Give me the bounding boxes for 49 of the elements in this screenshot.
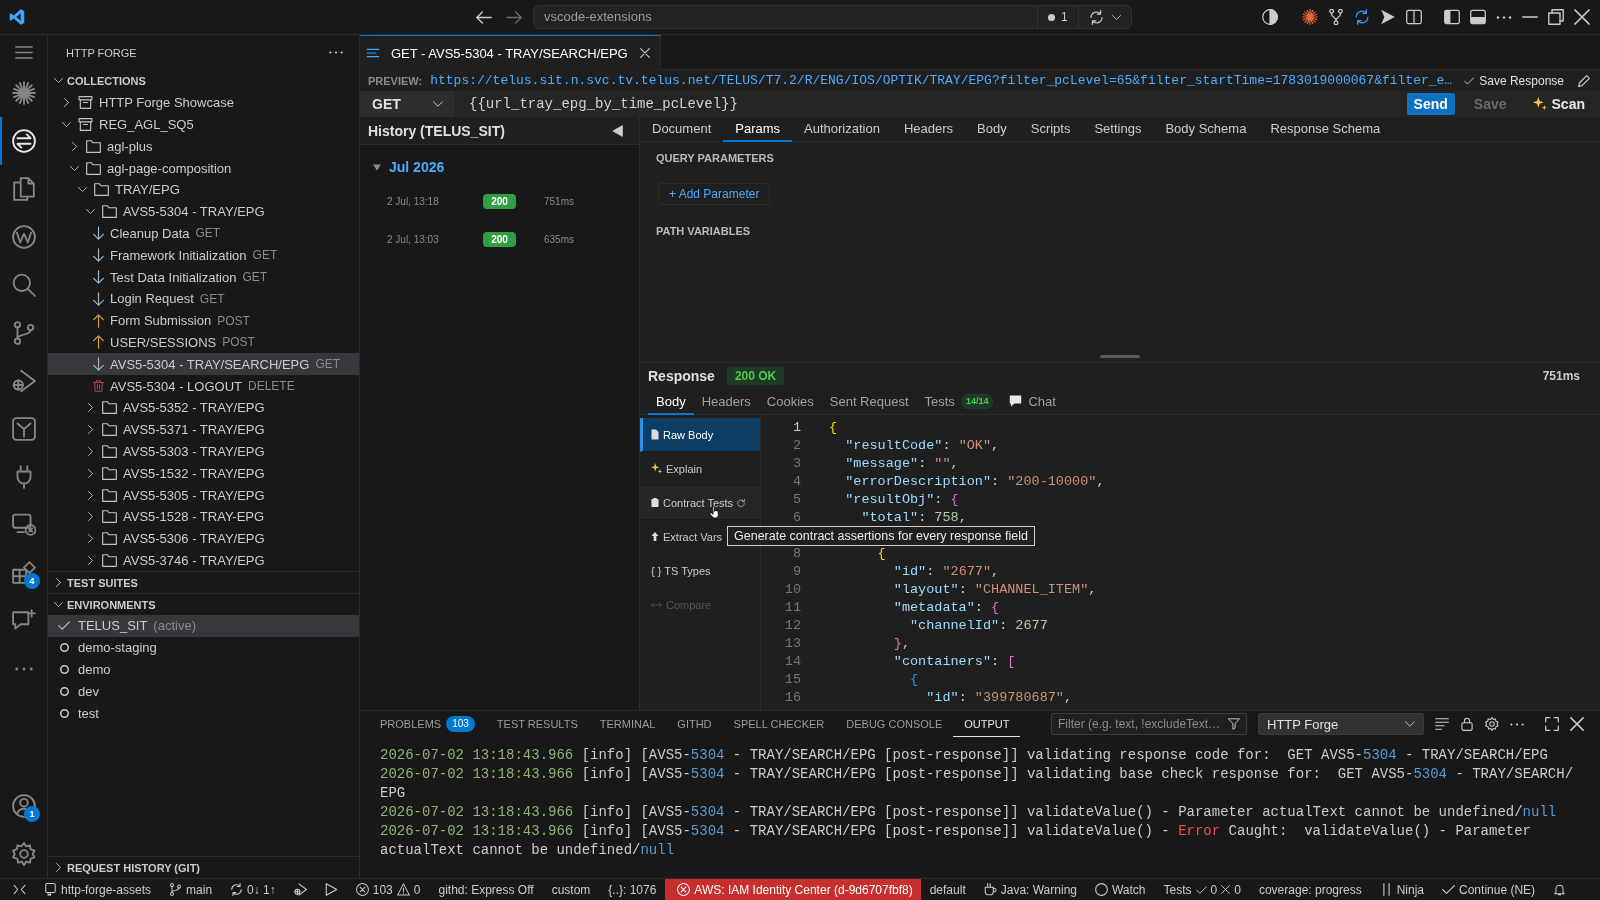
line-number: 6 (791, 509, 801, 525)
line-number: 15 (783, 671, 801, 687)
code-text: "channelId": 2677 (910, 617, 1048, 633)
code-text: "layout": "CHANNEL_ITEM", (893, 581, 1097, 597)
line-number: 9 (791, 563, 801, 579)
status-badge: 200 (483, 193, 516, 209)
line-number: 10 (783, 581, 801, 597)
line-number: 16 (783, 689, 801, 705)
line-number: 14 (783, 653, 801, 669)
output-line: 2026-07-02 13:18:43.966 [info] [AVS5-5304 - TRAY/SEARCH/EPG [post-response]] validating base check response for: GET AVS5-5304 - TRAY/SEARCH/EPG (380, 765, 1575, 803)
code-text: "id": "2677", (893, 563, 1000, 579)
line-number: 8 (791, 545, 801, 561)
history-title: History (TELUS_SIT) (368, 122, 505, 139)
code-text: "total": 758, (861, 509, 967, 525)
line-number: 5 (791, 491, 801, 507)
code-text: { (877, 545, 886, 561)
code-text: "containers": [ (893, 653, 1016, 669)
section-title: PATH VARIABLES (656, 224, 752, 239)
code-text: { (910, 671, 919, 687)
code-text: "message": "", (845, 455, 959, 471)
line-number: 3 (791, 455, 801, 471)
preview-label: PREVIEW: (368, 74, 423, 87)
output-line: 2026-07-02 13:18:43.966 [info] [AVS5-5304 - TRAY/SEARCH/EPG [post-response]] validateValue() - Error Caught: validateValue() - Parameter actualText cannot be undefined/null (380, 822, 1533, 860)
code-text: "resultObj": { (845, 491, 959, 507)
code-text: }, (893, 635, 911, 651)
sidebar-title: HTTP FORGE (66, 46, 137, 59)
code-text: "errorDescription": "200-10000", (845, 473, 1105, 489)
response-time: 751ms (1542, 369, 1580, 383)
line-number: 1 (791, 419, 801, 435)
line-number: 11 (783, 599, 801, 615)
code-text: "metadata": { (893, 599, 1000, 615)
count-badge: 4 (24, 573, 40, 589)
count-badge: 103 (446, 715, 475, 732)
status-badge: 200 OK (726, 367, 785, 385)
code-text: { (829, 419, 838, 435)
line-number: 4 (791, 473, 801, 489)
response-title: Response (648, 368, 715, 384)
line-number: 13 (783, 635, 801, 651)
preview-url: https://telus.sit.n.svc.tv.telus.net/TELUS/T7.2/R/ENG/IOS/OPTIK/TRAY/EPG?filter_pcLevel=65&filter_startTime=1783019000067&filter_e… (430, 73, 1453, 88)
output-line: 2026-07-02 13:18:43.966 [info] [AVS5-5304 - TRAY/SEARCH/EPG [post-response]] validateValue() - Parameter actualText cannot be undefined/null (380, 803, 1558, 822)
section-title: QUERY PARAMETERS (656, 151, 775, 166)
output-line: 2026-07-02 13:18:43.966 [info] [AVS5-5304 - TRAY/SEARCH/EPG [post-response]] validating response code for: GET AVS5-5304 - TRAY/SEARCH/EPG (380, 746, 1549, 765)
status-badge: 200 (483, 231, 516, 247)
code-text: "id": "399780687", (926, 689, 1073, 705)
count-badge: 1 (24, 806, 40, 822)
code-text: "resultCode": "OK", (845, 437, 1000, 453)
line-number: 12 (783, 617, 801, 633)
line-number: 2 (791, 437, 801, 453)
count-badge: 14/14 (960, 393, 994, 409)
